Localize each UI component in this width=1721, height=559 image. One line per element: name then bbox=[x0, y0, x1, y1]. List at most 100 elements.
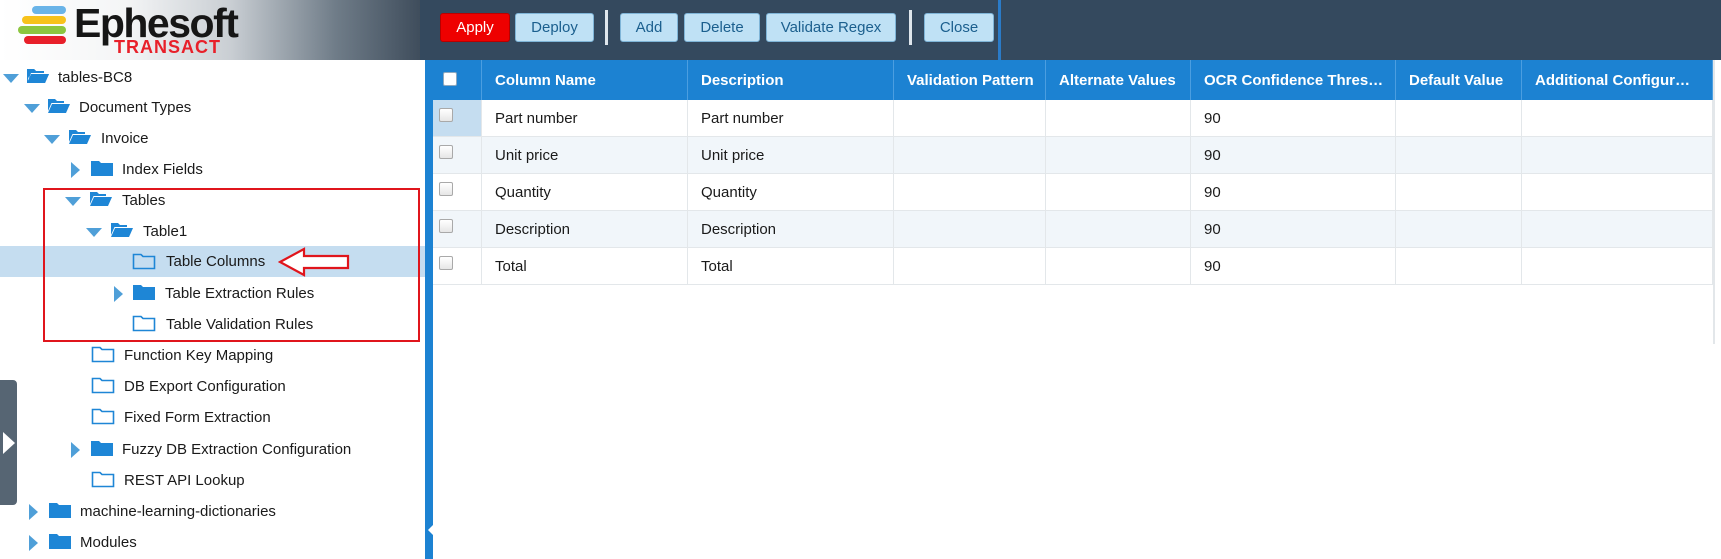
chevron-down-icon[interactable] bbox=[24, 104, 40, 113]
cell-description[interactable]: Quantity bbox=[688, 174, 894, 210]
table-row[interactable]: Unit price Unit price 90 bbox=[433, 137, 1713, 174]
row-checkbox[interactable] bbox=[439, 219, 453, 233]
row-select-cell bbox=[433, 100, 482, 136]
row-checkbox[interactable] bbox=[439, 182, 453, 196]
table-row[interactable]: Quantity Quantity 90 bbox=[433, 174, 1713, 211]
header-additional-configuration[interactable]: Additional Configur… bbox=[1522, 60, 1713, 100]
cell-column-name[interactable]: Quantity bbox=[482, 174, 688, 210]
folder-open-icon bbox=[48, 99, 70, 113]
header-column-name[interactable]: Column Name bbox=[482, 60, 688, 100]
cell-default-value[interactable] bbox=[1396, 248, 1522, 284]
table-row[interactable]: Description Description 90 bbox=[433, 211, 1713, 248]
row-select-cell bbox=[433, 248, 482, 284]
apply-button[interactable]: Apply bbox=[440, 13, 510, 42]
cell-ocr-confidence[interactable]: 90 bbox=[1191, 137, 1396, 173]
deploy-button[interactable]: Deploy bbox=[515, 13, 594, 42]
cell-alternate-values[interactable] bbox=[1046, 211, 1191, 247]
cell-additional-configuration[interactable] bbox=[1522, 137, 1713, 173]
cell-alternate-values[interactable] bbox=[1046, 100, 1191, 136]
grid-header: Column Name Description Validation Patte… bbox=[433, 60, 1713, 100]
folder-outline-icon bbox=[91, 377, 115, 394]
delete-button[interactable]: Delete bbox=[684, 13, 760, 42]
panel-splitter[interactable] bbox=[425, 60, 433, 559]
tree-label: tables-BC8 bbox=[58, 69, 133, 86]
tree-label: Modules bbox=[80, 534, 137, 551]
cell-ocr-confidence[interactable]: 90 bbox=[1191, 174, 1396, 210]
folder-icon bbox=[49, 534, 71, 549]
cell-default-value[interactable] bbox=[1396, 137, 1522, 173]
cell-description[interactable]: Unit price bbox=[688, 137, 894, 173]
cell-alternate-values[interactable] bbox=[1046, 174, 1191, 210]
cell-additional-configuration[interactable] bbox=[1522, 248, 1713, 284]
chevron-right-icon[interactable] bbox=[29, 535, 38, 551]
chevron-right-icon[interactable] bbox=[3, 432, 15, 454]
cell-validation-pattern[interactable] bbox=[894, 248, 1046, 284]
select-all-checkbox[interactable] bbox=[443, 72, 457, 86]
tree-node-fixed-form-extraction[interactable]: Fixed Form Extraction bbox=[0, 403, 425, 433]
cell-ocr-confidence[interactable]: 90 bbox=[1191, 248, 1396, 284]
tree-label: Document Types bbox=[79, 99, 192, 116]
tree-node-function-key-mapping[interactable]: Function Key Mapping bbox=[0, 341, 425, 371]
tree-node-rest-api-lookup[interactable]: REST API Lookup bbox=[0, 466, 425, 496]
chevron-down-icon[interactable] bbox=[44, 135, 60, 144]
chevron-down-icon[interactable] bbox=[3, 74, 19, 83]
header-validation-pattern[interactable]: Validation Pattern bbox=[894, 60, 1046, 100]
row-checkbox[interactable] bbox=[439, 256, 453, 270]
cell-ocr-confidence[interactable]: 90 bbox=[1191, 211, 1396, 247]
row-select-cell bbox=[433, 174, 482, 210]
cell-alternate-values[interactable] bbox=[1046, 248, 1191, 284]
logo: Ephesoft TRANSACT bbox=[0, 0, 420, 60]
cell-validation-pattern[interactable] bbox=[894, 211, 1046, 247]
tree-node-invoice[interactable]: Invoice bbox=[0, 124, 425, 154]
cell-description[interactable]: Total bbox=[688, 248, 894, 284]
tree-node-document-types[interactable]: Document Types bbox=[0, 93, 425, 123]
tree-node-tables-bc8[interactable]: tables-BC8 bbox=[0, 63, 425, 93]
validate-regex-button[interactable]: Validate Regex bbox=[766, 13, 896, 42]
cell-column-name[interactable]: Part number bbox=[482, 100, 688, 136]
chevron-right-icon[interactable] bbox=[29, 504, 38, 520]
cell-validation-pattern[interactable] bbox=[894, 174, 1046, 210]
table-row[interactable]: Part number Part number 90 bbox=[433, 100, 1713, 137]
cell-additional-configuration[interactable] bbox=[1522, 211, 1713, 247]
tree-label: REST API Lookup bbox=[124, 472, 245, 489]
cell-default-value[interactable] bbox=[1396, 174, 1522, 210]
cell-column-name[interactable]: Total bbox=[482, 248, 688, 284]
cell-alternate-values[interactable] bbox=[1046, 137, 1191, 173]
folder-outline-icon bbox=[91, 408, 115, 425]
header-description[interactable]: Description bbox=[688, 60, 894, 100]
tree-node-machine-learning-dictionaries[interactable]: machine-learning-dictionaries bbox=[0, 497, 425, 527]
header-alternate-values[interactable]: Alternate Values bbox=[1046, 60, 1191, 100]
close-button[interactable]: Close bbox=[924, 13, 994, 42]
tree-node-db-export-configuration[interactable]: DB Export Configuration bbox=[0, 372, 425, 402]
cell-additional-configuration[interactable] bbox=[1522, 100, 1713, 136]
cell-validation-pattern[interactable] bbox=[894, 137, 1046, 173]
add-button[interactable]: Add bbox=[620, 13, 678, 42]
cell-column-name[interactable]: Description bbox=[482, 211, 688, 247]
row-select-cell bbox=[433, 211, 482, 247]
configuration-tree: tables-BC8 Document Types Invoice Index … bbox=[0, 60, 425, 559]
table-row[interactable]: Total Total 90 bbox=[433, 248, 1713, 285]
cell-description[interactable]: Description bbox=[688, 211, 894, 247]
cell-validation-pattern[interactable] bbox=[894, 100, 1046, 136]
row-checkbox[interactable] bbox=[439, 145, 453, 159]
annotation-highlight-box bbox=[43, 188, 420, 342]
cell-default-value[interactable] bbox=[1396, 211, 1522, 247]
tree-node-modules[interactable]: Modules bbox=[0, 528, 425, 558]
toolbar-separator bbox=[909, 10, 912, 45]
tree-label: Index Fields bbox=[122, 161, 203, 178]
header-ocr-confidence-threshold[interactable]: OCR Confidence Thres… bbox=[1191, 60, 1396, 100]
tree-node-fuzzy-db-extraction-configuration[interactable]: Fuzzy DB Extraction Configuration bbox=[0, 435, 425, 465]
cell-description[interactable]: Part number bbox=[688, 100, 894, 136]
row-checkbox[interactable] bbox=[439, 108, 453, 122]
tree-node-index-fields[interactable]: Index Fields bbox=[0, 155, 425, 185]
cell-default-value[interactable] bbox=[1396, 100, 1522, 136]
cell-ocr-confidence[interactable]: 90 bbox=[1191, 100, 1396, 136]
cell-column-name[interactable]: Unit price bbox=[482, 137, 688, 173]
folder-outline-icon bbox=[91, 346, 115, 363]
table-columns-grid: Column Name Description Validation Patte… bbox=[433, 60, 1721, 559]
cell-additional-configuration[interactable] bbox=[1522, 174, 1713, 210]
chevron-right-icon[interactable] bbox=[71, 162, 80, 178]
header-default-value[interactable]: Default Value bbox=[1396, 60, 1522, 100]
chevron-right-icon[interactable] bbox=[71, 442, 80, 458]
tree-label: Invoice bbox=[101, 130, 149, 147]
